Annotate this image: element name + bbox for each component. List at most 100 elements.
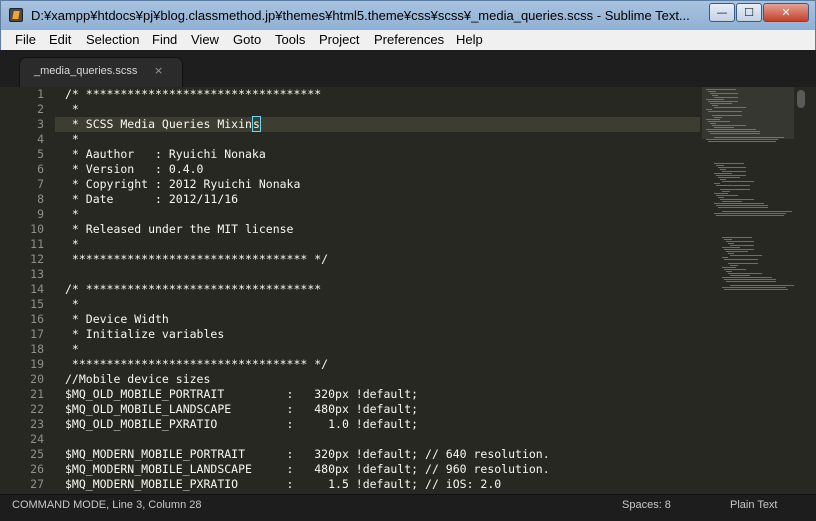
minimap-line	[714, 163, 744, 164]
code-line[interactable]: *	[65, 132, 79, 147]
line-number: 1	[37, 87, 44, 101]
line-number: 26	[30, 462, 44, 476]
status-syntax[interactable]: Plain Text	[730, 499, 778, 511]
line-number: 22	[30, 402, 44, 416]
code-line[interactable]: $MQ_MODERN_MOBILE_LANDSCAPE : 480px !def…	[65, 462, 550, 477]
minimap-line	[722, 181, 754, 182]
window-titlebar[interactable]: D:¥xampp¥htdocs¥pj¥blog.classmethod.jp¥t…	[0, 0, 816, 30]
minimap-line	[716, 185, 750, 186]
menu-help[interactable]: Help	[456, 32, 483, 47]
minimap-line	[714, 203, 764, 204]
line-number: 16	[30, 312, 44, 326]
minimap-line	[726, 251, 748, 252]
code-line[interactable]: ********************************** */	[65, 252, 328, 267]
code-line[interactable]: //Mobile device sizes	[65, 372, 210, 387]
minimap-line	[708, 101, 738, 102]
menu-tools[interactable]: Tools	[275, 32, 305, 47]
menu-bar: File Edit Selection Find View Goto Tools…	[0, 30, 816, 50]
minimap-line	[724, 249, 754, 250]
code-line[interactable]: $MQ_OLD_MOBILE_LANDSCAPE : 480px !defaul…	[65, 402, 418, 417]
code-line[interactable]: * Copyright : 2012 Ryuichi Nonaka	[65, 177, 300, 192]
menu-goto[interactable]: Goto	[233, 32, 261, 47]
minimap-line	[730, 275, 750, 276]
cursor-block: s	[251, 116, 261, 132]
minimap-line	[722, 277, 772, 278]
status-bar: COMMAND MODE, Line 3, Column 28 Spaces: …	[0, 494, 816, 521]
code-line[interactable]: *	[65, 342, 79, 357]
minimap-line	[714, 193, 728, 194]
code-line[interactable]: *	[65, 207, 79, 222]
vertical-scrollbar[interactable]	[794, 87, 808, 494]
line-number: 27	[30, 477, 44, 491]
code-line[interactable]: ********************************** */	[65, 357, 328, 372]
code-line[interactable]: $MQ_OLD_MOBILE_PORTRAIT : 320px !default…	[65, 387, 418, 402]
line-number: 2	[37, 102, 44, 116]
minimap-line	[724, 279, 776, 280]
minimap-line	[712, 95, 718, 96]
minimap-line	[720, 169, 726, 170]
menu-view[interactable]: View	[191, 32, 219, 47]
code-line[interactable]: *	[65, 237, 79, 252]
code-line[interactable]: /* **********************************	[65, 282, 321, 297]
code-line[interactable]: *	[65, 102, 79, 117]
line-number: 7	[37, 177, 44, 191]
tab-media-queries[interactable]: _media_queries.scss ×	[20, 58, 182, 87]
line-number: 11	[30, 237, 44, 251]
minimap-line	[730, 265, 738, 266]
code-line[interactable]: *	[65, 297, 79, 312]
minimap-line	[718, 167, 746, 168]
code-line[interactable]: * Version : 0.4.0	[65, 162, 204, 177]
line-number: 17	[30, 327, 44, 341]
line-number: 6	[37, 162, 44, 176]
editor-area[interactable]: 1 2 3 4 5 6 7 8 9 10 11 12 13 14 15 16 17 18 19 20 21 22 23 24 2…	[0, 87, 816, 494]
minimap-line	[714, 183, 720, 184]
minimap-line	[714, 117, 722, 118]
code-line[interactable]: * Aauthor : Ryuichi Nonaka	[65, 147, 266, 162]
minimap[interactable]	[702, 87, 794, 494]
line-number: 21	[30, 387, 44, 401]
menu-find[interactable]: Find	[152, 32, 177, 47]
code-line[interactable]: /* **********************************	[65, 87, 321, 102]
minimap-line	[708, 91, 716, 92]
code-line[interactable]: * Date : 2012/11/16	[65, 192, 238, 207]
minimap-line	[716, 195, 738, 196]
close-button[interactable]: ✕	[763, 3, 809, 22]
scrollbar-thumb[interactable]	[797, 90, 805, 108]
menu-edit[interactable]: Edit	[49, 32, 71, 47]
minimize-button[interactable]: —	[709, 3, 735, 22]
line-number: 24	[30, 432, 44, 446]
minimap-line	[726, 271, 732, 272]
menu-preferences[interactable]: Preferences	[374, 32, 444, 47]
line-number: 23	[30, 417, 44, 431]
code-line[interactable]: * Device Width	[65, 312, 169, 327]
minimap-line	[714, 97, 738, 98]
code-line[interactable]: $MQ_MODERN_MOBILE_PXRATIO : 1.5 !default…	[65, 477, 501, 492]
status-indentation[interactable]: Spaces: 8	[622, 499, 671, 511]
line-number: 5	[37, 147, 44, 161]
code-line[interactable]: * Released under the MIT license	[65, 222, 294, 237]
minimap-line	[730, 255, 762, 256]
minimap-line	[722, 287, 786, 288]
minimap-line	[722, 171, 746, 172]
minimap-line	[726, 281, 776, 282]
menu-project[interactable]: Project	[319, 32, 359, 47]
code-line[interactable]: * SCSS Media Queries Mixins	[65, 116, 261, 132]
minimap-line	[722, 191, 730, 192]
line-number: 20	[30, 372, 44, 386]
code-line[interactable]: * Initialize variables	[65, 327, 224, 342]
menu-selection[interactable]: Selection	[86, 32, 139, 47]
line-number: 4	[37, 132, 44, 146]
tab-close-icon[interactable]: ×	[154, 64, 163, 77]
menu-file[interactable]: File	[15, 32, 36, 47]
minimap-line	[720, 199, 754, 200]
line-number: 15	[30, 297, 44, 311]
minimap-line	[718, 197, 724, 198]
line-number-gutter: 1 2 3 4 5 6 7 8 9 10 11 12 13 14 15 16 17 18 19 20 21 22 23 24 2…	[0, 87, 55, 494]
minimap-line	[708, 131, 760, 132]
maximize-button[interactable]: ☐	[736, 3, 762, 22]
code-line[interactable]: $MQ_MODERN_MOBILE_PORTRAIT : 320px !defa…	[65, 447, 550, 462]
minimap-line	[730, 285, 794, 286]
minimap-line	[708, 111, 742, 112]
line-number: 12	[30, 252, 44, 266]
code-line[interactable]: $MQ_OLD_MOBILE_PXRATIO : 1.0 !default;	[65, 417, 418, 432]
